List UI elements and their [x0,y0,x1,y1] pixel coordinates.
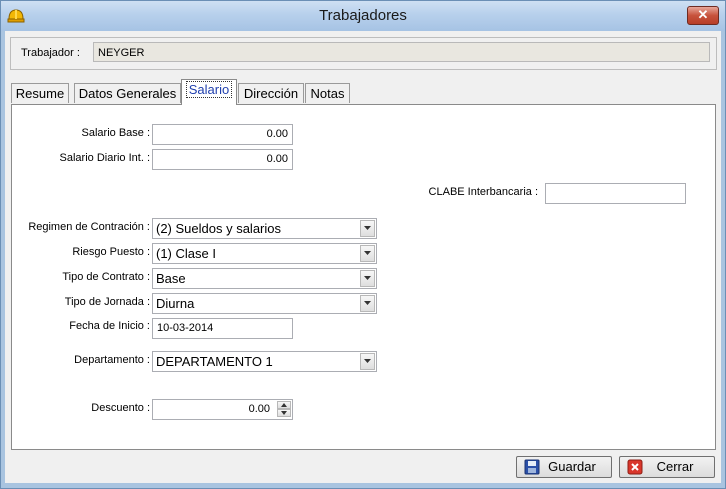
trabajador-group: Trabajador : NEYGER [10,37,717,70]
descuento-spinner[interactable] [277,401,291,418]
regimen-value: (2) Sueldos y salarios [156,221,281,236]
spin-down-icon[interactable] [277,409,291,417]
fecha-inicio-label: Fecha de Inicio : [69,320,150,332]
tipo-jornada-label: Tipo de Jornada : [64,296,150,308]
trabajador-field: NEYGER [93,42,710,62]
tab-notas[interactable]: Notas [305,83,350,103]
salario-diario-label: Salario Diario Int. : [59,152,150,164]
riesgo-label: Riesgo Puesto : [72,246,150,258]
salario-base-input[interactable]: 0.00 [152,124,293,145]
fecha-inicio-input[interactable]: 10-03-2014 [152,318,293,339]
cerrar-label: Cerrar [656,459,694,474]
guardar-button[interactable]: Guardar [516,456,612,478]
departamento-select[interactable]: DEPARTAMENTO 1 [152,351,377,372]
salario-diario-input[interactable]: 0.00 [152,149,293,170]
tipo-jornada-select[interactable]: Diurna [152,293,377,314]
guardar-label: Guardar [548,459,596,474]
regimen-select[interactable]: (2) Sueldos y salarios [152,218,377,239]
descuento-input[interactable]: 0.00 [152,399,293,420]
close-window-button[interactable]: ✕ [687,6,719,25]
client-area: Trabajador : NEYGER Resume Datos General… [5,31,721,483]
departamento-label: Departamento : [74,354,150,366]
tipo-contrato-value: Base [156,271,186,286]
salario-panel: Salario Base : 0.00 Salario Diario Int. … [11,104,716,450]
riesgo-value: (1) Clase I [156,246,216,261]
spin-up-icon[interactable] [277,401,291,409]
window-title: Trabajadores [319,7,407,24]
tab-datos-generales[interactable]: Datos Generales [74,83,181,103]
cerrar-button[interactable]: Cerrar [619,456,715,478]
tipo-jornada-value: Diurna [156,296,195,311]
tab-strip: Resume Datos Generales Salario Dirección… [11,79,716,105]
tipo-contrato-label: Tipo de Contrato : [62,271,150,283]
clabe-input[interactable] [545,183,686,204]
title-bar[interactable]: Trabajadores ✕ [1,1,725,31]
tab-resume[interactable]: Resume [11,83,69,103]
trabajador-label: Trabajador : [21,47,80,59]
chevron-down-icon[interactable] [360,295,375,312]
descuento-label: Descuento : [91,402,150,414]
regimen-label: Regimen de Contración : [28,221,150,233]
chevron-down-icon[interactable] [360,220,375,237]
tipo-contrato-select[interactable]: Base [152,268,377,289]
departamento-value: DEPARTAMENTO 1 [156,354,273,369]
clabe-label: CLABE Interbancaria : [428,186,538,198]
chevron-down-icon[interactable] [360,353,375,370]
close-icon: ✕ [697,7,709,22]
chevron-down-icon[interactable] [360,245,375,262]
window: Trabajadores ✕ Trabajador : NEYGER Resum… [0,0,726,489]
riesgo-select[interactable]: (1) Clase I [152,243,377,264]
chevron-down-icon[interactable] [360,270,375,287]
descuento-value: 0.00 [248,403,270,415]
tab-salario[interactable]: Salario [181,79,237,105]
salario-base-label: Salario Base : [81,127,150,139]
tab-direccion[interactable]: Dirección [238,83,304,103]
